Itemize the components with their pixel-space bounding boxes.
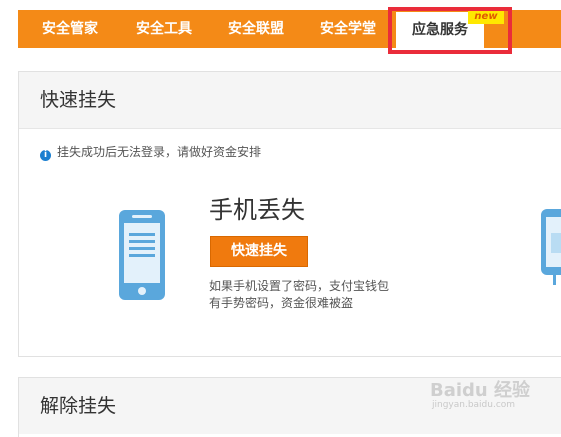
- watermark-url: jingyan.baidu.com: [432, 400, 516, 410]
- info-icon: i: [40, 150, 51, 161]
- nav-item-security-manager[interactable]: 安全管家: [18, 10, 122, 48]
- baidu-watermark: Baidu 经验 jingyan.baidu.com: [430, 376, 530, 410]
- nav-item-security-tools[interactable]: 安全工具: [118, 10, 210, 48]
- notice-text: 挂失成功后无法登录，请做好资金安排: [57, 145, 262, 159]
- nav-item-security-alliance[interactable]: 安全联盟: [210, 10, 302, 48]
- desc-line: 有手势密码，资金很难被盗: [209, 296, 354, 310]
- lost-phone-title: 手机丢失: [209, 196, 305, 224]
- quick-report-panel: 快速挂失 i 挂失成功后无法登录，请做好资金安排 手机丢失 快速挂失 如果手机设置…: [18, 71, 561, 357]
- watermark-logo: Baidu 经验: [430, 380, 531, 401]
- lost-phone-description: 如果手机设置了密码，支付宝钱包 有手势密码，资金很难被盗: [209, 278, 409, 312]
- nav-item-security-school[interactable]: 安全学堂: [302, 10, 394, 48]
- desc-line: 如果手机设置了密码，支付宝钱包: [209, 279, 390, 293]
- phone-icon: [118, 209, 166, 305]
- device-icon: [541, 209, 561, 293]
- panel-title-quick-report: 快速挂失: [19, 72, 561, 129]
- quick-report-button[interactable]: 快速挂失: [210, 236, 308, 267]
- highlight-box: [388, 7, 512, 54]
- notice-line: i 挂失成功后无法登录，请做好资金安排: [40, 144, 261, 161]
